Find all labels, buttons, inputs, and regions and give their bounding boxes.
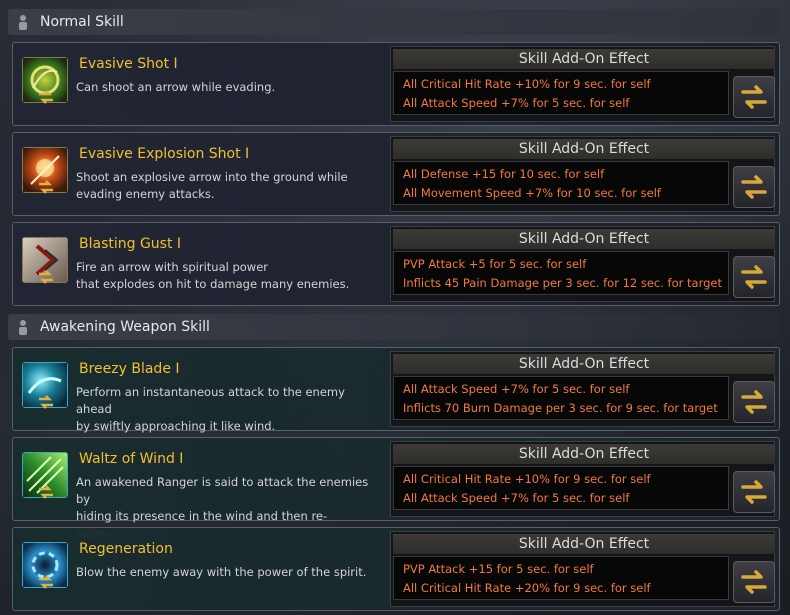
person-icon	[16, 14, 30, 30]
change-addon-button[interactable]	[733, 381, 775, 423]
addon-effects: All Critical Hit Rate +10% for 9 sec. fo…	[393, 71, 729, 115]
skill-name: Evasive Explosion Shot I	[79, 146, 250, 162]
skill-addon-panel: Skill Add-On Effect All Critical Hit Rat…	[390, 441, 775, 517]
addon-title: Skill Add-On Effect	[393, 354, 775, 374]
skill-addon-panel: Skill Add-On Effect All Critical Hit Rat…	[390, 46, 775, 122]
swap-arrows-icon	[741, 570, 767, 594]
change-addon-button[interactable]	[733, 256, 775, 298]
breezy-blade-skill-icon	[22, 362, 68, 409]
addon-effects: All Defense +15 for 10 sec. for self All…	[393, 161, 729, 205]
skill-addon-panel: Skill Add-On Effect PVP Attack +15 for 5…	[390, 531, 775, 607]
skill-card: Evasive Explosion Shot I Shoot an explos…	[12, 132, 780, 216]
swap-arrows-icon	[741, 175, 767, 199]
addon-effects: PVP Attack +15 for 5 sec. for self All C…	[393, 556, 729, 600]
effect-line: PVP Attack +5 for 5 sec. for self	[403, 257, 587, 271]
effect-line: All Critical Hit Rate +10% for 9 sec. fo…	[403, 77, 651, 91]
waltz-of-wind-skill-icon	[22, 452, 68, 499]
effect-line: All Defense +15 for 10 sec. for self	[403, 167, 605, 181]
blasting-gust-skill-icon	[22, 237, 68, 284]
effect-line: PVP Attack +15 for 5 sec. for self	[403, 562, 594, 576]
swap-mini-icon	[39, 90, 53, 104]
change-addon-button[interactable]	[733, 471, 775, 513]
skill-card: Evasive Shot I Can shoot an arrow while …	[12, 42, 780, 126]
skill-card: Breezy Blade I Perform an instantaneous …	[12, 347, 780, 433]
skill-card: Waltz of Wind I An awakened Ranger is sa…	[12, 437, 780, 540]
effect-line: All Attack Speed +7% for 5 sec. for self	[403, 96, 630, 110]
addon-effects: PVP Attack +5 for 5 sec. for self Inflic…	[393, 251, 729, 295]
section-header-normal-skill: Normal Skill	[8, 9, 780, 35]
addon-title: Skill Add-On Effect	[393, 534, 775, 554]
addon-title: Skill Add-On Effect	[393, 49, 775, 69]
skill-addon-panel: Skill Add-On Effect All Attack Speed +7%…	[390, 351, 775, 427]
change-addon-button[interactable]	[733, 76, 775, 118]
skill-addon-panel: Skill Add-On Effect PVP Attack +5 for 5 …	[390, 226, 775, 302]
skill-name: Evasive Shot I	[79, 56, 178, 72]
skill-name: Regeneration	[79, 541, 173, 557]
swap-arrows-icon	[741, 265, 767, 289]
skill-addon-panel: Skill Add-On Effect All Defense +15 for …	[390, 136, 775, 212]
effect-line: All Attack Speed +7% for 5 sec. for self	[403, 382, 630, 396]
change-addon-button[interactable]	[733, 166, 775, 208]
swap-arrows-icon	[741, 85, 767, 109]
skill-card: Regeneration Blow the enemy away with th…	[12, 527, 780, 611]
skill-name: Breezy Blade I	[79, 361, 180, 377]
section-header-awakening-weapon-skill: Awakening Weapon Skill	[8, 314, 780, 340]
addon-title: Skill Add-On Effect	[393, 229, 775, 249]
section-title: Awakening Weapon Skill	[40, 319, 210, 335]
skill-description: Blow the enemy away with the power of th…	[76, 565, 367, 579]
skill-description: Perform an instantaneous attack to the e…	[76, 385, 345, 433]
skill-description: Shoot an explosive arrow into the ground…	[76, 170, 348, 201]
addon-title: Skill Add-On Effect	[393, 139, 775, 159]
addon-effects: All Critical Hit Rate +10% for 9 sec. fo…	[393, 466, 729, 510]
effect-line: All Critical Hit Rate +20% for 9 sec. fo…	[403, 581, 651, 595]
swap-arrows-icon	[741, 480, 767, 504]
skill-name: Blasting Gust I	[79, 236, 182, 252]
effect-line: All Critical Hit Rate +10% for 9 sec. fo…	[403, 472, 651, 486]
effect-line: Inflicts 70 Burn Damage per 3 sec. for 9…	[403, 401, 718, 415]
effect-line: Inflicts 45 Pain Damage per 3 sec. for 1…	[403, 276, 722, 290]
swap-arrows-icon	[741, 390, 767, 414]
regeneration-skill-icon	[22, 542, 68, 589]
effect-line: All Movement Speed +7% for 10 sec. for s…	[403, 186, 661, 200]
skill-name: Waltz of Wind I	[79, 451, 184, 467]
section-title: Normal Skill	[40, 14, 124, 30]
skill-description: Fire an arrow with spiritual power that …	[76, 260, 350, 291]
change-addon-button[interactable]	[733, 561, 775, 603]
skill-description: Can shoot an arrow while evading.	[76, 80, 276, 94]
addon-title: Skill Add-On Effect	[393, 444, 775, 464]
person-icon	[16, 319, 30, 335]
effect-line: All Attack Speed +7% for 5 sec. for self	[403, 491, 630, 505]
addon-effects: All Attack Speed +7% for 5 sec. for self…	[393, 376, 729, 420]
skill-card: Blasting Gust I Fire an arrow with spiri…	[12, 222, 780, 306]
evasive-explosion-shot-skill-icon	[22, 147, 68, 194]
evasive-shot-skill-icon	[22, 57, 68, 104]
